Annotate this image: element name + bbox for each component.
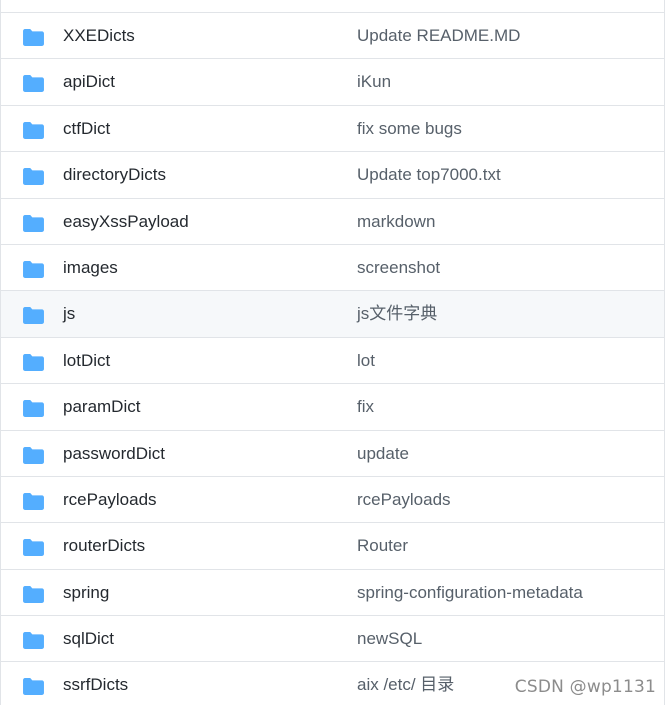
commit-message-link[interactable]: fix	[357, 397, 374, 417]
file-row-spring[interactable]: spring spring-configuration-metadata	[1, 569, 664, 617]
folder-icon	[23, 75, 44, 93]
file-row-images[interactable]: images screenshot	[1, 244, 664, 292]
folder-name-link[interactable]: lotDict	[63, 351, 110, 371]
folder-name-link[interactable]: apiDict	[63, 72, 115, 92]
folder-icon	[23, 260, 44, 278]
commit-message-link[interactable]: js文件字典	[357, 304, 437, 324]
folder-icon	[23, 29, 44, 46]
folder-icon	[23, 678, 44, 696]
file-row-apidict[interactable]: apiDict iKun	[1, 59, 664, 106]
folder-name-link[interactable]: ctfDict	[63, 119, 110, 139]
folder-name-link[interactable]: paramDict	[63, 397, 140, 417]
file-row-paramdict[interactable]: paramDict fix	[1, 384, 664, 431]
commit-message-link[interactable]: lot	[357, 351, 375, 371]
commit-message-link[interactable]: markdown	[357, 212, 435, 232]
file-row-lotdict[interactable]: lotDict lot	[1, 337, 664, 385]
file-row-rcepayloads[interactable]: rcePayloads rcePayloads	[1, 476, 664, 524]
commit-message-link[interactable]: rcePayloads	[357, 490, 451, 510]
list-top-edge	[1, 0, 664, 13]
file-row-js[interactable]: js js文件字典	[1, 291, 664, 338]
folder-name-link[interactable]: easyXssPayload	[63, 212, 189, 232]
folder-icon	[23, 492, 44, 510]
file-list: XXEDicts Update README.MD apiDict iKun c…	[0, 0, 665, 705]
folder-icon	[23, 168, 44, 186]
file-row-sqldict[interactable]: sqlDict newSQL	[1, 616, 664, 663]
file-row-passworddict[interactable]: passwordDict update	[1, 430, 664, 477]
folder-icon	[23, 539, 44, 557]
folder-icon	[23, 307, 44, 325]
file-row-routerdicts[interactable]: routerDicts Router	[1, 523, 664, 570]
commit-message-link[interactable]: aix /etc/ 目录	[357, 675, 454, 695]
folder-name-link[interactable]: images	[63, 258, 118, 278]
folder-icon	[23, 121, 44, 139]
folder-name-link[interactable]: rcePayloads	[63, 490, 157, 510]
folder-name-link[interactable]: XXEDicts	[63, 26, 135, 46]
file-row-easyxsspayload[interactable]: easyXssPayload markdown	[1, 198, 664, 245]
folder-icon	[23, 585, 44, 603]
folder-icon	[23, 446, 44, 464]
csdn-watermark: CSDN @wp1131	[514, 677, 656, 697]
file-row-directorydicts[interactable]: directoryDicts Update top7000.txt	[1, 152, 664, 199]
folder-icon	[23, 632, 44, 650]
commit-message-link[interactable]: newSQL	[357, 629, 422, 649]
commit-message-link[interactable]: screenshot	[357, 258, 440, 278]
folder-icon	[23, 214, 44, 232]
commit-message-link[interactable]: update	[357, 444, 409, 464]
folder-name-link[interactable]: ssrfDicts	[63, 675, 128, 695]
file-row-ctfdict[interactable]: ctfDict fix some bugs	[1, 105, 664, 153]
folder-name-link[interactable]: passwordDict	[63, 444, 165, 464]
folder-name-link[interactable]: spring	[63, 583, 109, 603]
commit-message-link[interactable]: Update README.MD	[357, 26, 520, 46]
folder-icon	[23, 400, 44, 418]
folder-icon	[23, 353, 44, 371]
folder-name-link[interactable]: sqlDict	[63, 629, 114, 649]
folder-name-link[interactable]: js	[63, 304, 75, 324]
commit-message-link[interactable]: Router	[357, 536, 408, 556]
commit-message-link[interactable]: Update top7000.txt	[357, 165, 501, 185]
folder-name-link[interactable]: routerDicts	[63, 536, 145, 556]
commit-message-link[interactable]: iKun	[357, 72, 391, 92]
commit-message-link[interactable]: spring-configuration-metadata	[357, 583, 583, 603]
file-row-xxedicts[interactable]: XXEDicts Update README.MD	[1, 13, 664, 60]
commit-message-link[interactable]: fix some bugs	[357, 119, 462, 139]
folder-name-link[interactable]: directoryDicts	[63, 165, 166, 185]
